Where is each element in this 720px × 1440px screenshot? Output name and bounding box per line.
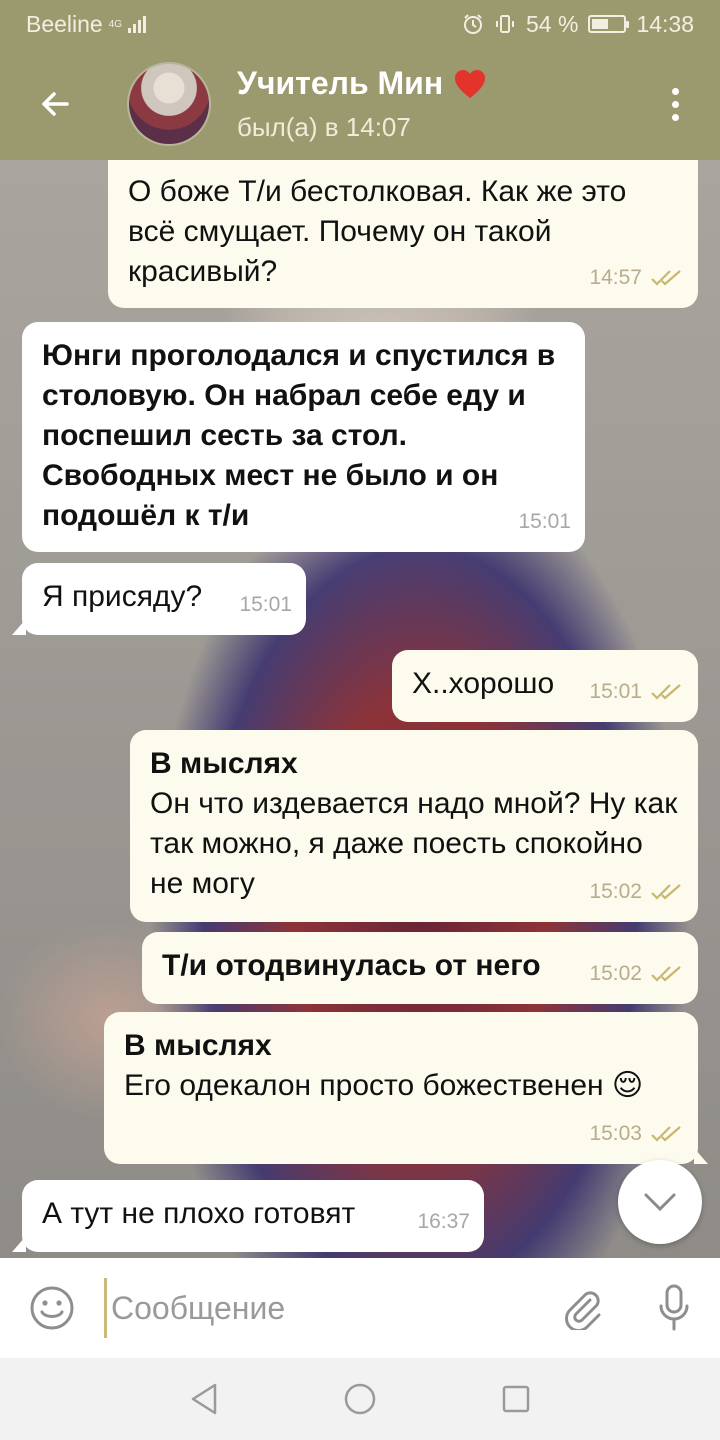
message-meta: 16:37 xyxy=(417,1202,470,1242)
message-time: 15:01 xyxy=(239,593,292,616)
message-meta: 15:02 xyxy=(589,872,684,912)
bubble-tail xyxy=(694,1148,708,1164)
chat-history[interactable]: О боже Т/и бестолковая. Как же это всё с… xyxy=(0,160,720,1258)
message-input[interactable] xyxy=(104,1278,536,1338)
message-meta: 15:03 xyxy=(589,1114,684,1154)
message-text: Его одекалон просто божественен 😌 xyxy=(124,1069,644,1102)
system-nav-bar xyxy=(0,1358,720,1440)
message-bubble[interactable]: А тут не плохо готовят 16:37 xyxy=(12,1180,484,1252)
triangle-back-icon xyxy=(191,1383,217,1415)
message-bubble[interactable]: Юнги проголодался и спустился в столовую… xyxy=(22,322,585,552)
message-title: В мыслях xyxy=(124,1029,272,1062)
message-bubble[interactable]: Х..хорошо 15:01 xyxy=(392,650,698,722)
carrier-name: Beeline xyxy=(26,10,103,37)
double-check-icon xyxy=(651,966,681,982)
chat-name: Учитель Мин xyxy=(237,65,487,102)
double-check-icon xyxy=(651,270,681,286)
clock: 14:38 xyxy=(636,10,694,37)
message-bubble[interactable]: Я присяду? 15:01 xyxy=(12,563,306,635)
signal-icon xyxy=(128,15,147,33)
emoji-button[interactable] xyxy=(0,1258,104,1358)
message-time: 15:02 xyxy=(589,962,642,985)
more-vertical-icon xyxy=(671,87,679,95)
chat-name-text: Учитель Мин xyxy=(237,65,444,101)
message-time: 14:57 xyxy=(589,266,642,289)
message-meta: 15:01 xyxy=(239,585,292,625)
message-meta: 15:02 xyxy=(589,954,684,994)
last-seen-status: был(а) в 14:07 xyxy=(237,112,411,142)
nav-home-button[interactable] xyxy=(330,1369,390,1429)
status-right: 54 % 14:38 xyxy=(462,11,694,38)
message-meta: 15:01 xyxy=(589,672,684,712)
message-text: Юнги проголодался и спустился в столовую… xyxy=(42,339,564,532)
bubble-tail xyxy=(12,1236,26,1252)
battery-percent: 54 % xyxy=(526,10,579,37)
microphone-button[interactable] xyxy=(628,1258,720,1358)
double-check-icon xyxy=(651,684,681,700)
message-time: 15:02 xyxy=(589,880,642,903)
message-bubble[interactable]: В мыслях Его одекалон просто божественен… xyxy=(104,1012,708,1164)
back-button[interactable] xyxy=(0,48,110,160)
more-dot xyxy=(671,100,679,108)
vibrate-icon xyxy=(496,15,514,33)
message-time: 15:03 xyxy=(589,1122,642,1145)
more-dot xyxy=(671,113,679,121)
message-title: В мыслях xyxy=(150,747,298,780)
microphone-icon xyxy=(659,1284,689,1331)
smiley-icon xyxy=(30,1286,74,1330)
message-bubble[interactable]: В мыслях Он что издевается надо мной? Ну… xyxy=(130,730,698,922)
nav-recents-button[interactable] xyxy=(486,1369,546,1429)
message-time: 16:37 xyxy=(417,1210,470,1233)
message-meta: 14:57 xyxy=(589,258,684,298)
more-menu-button[interactable] xyxy=(630,48,720,160)
bubble-tail xyxy=(12,619,26,635)
message-time: 15:01 xyxy=(518,510,571,533)
circle-home-icon xyxy=(344,1383,376,1415)
message-meta: 15:01 xyxy=(518,502,571,542)
status-left: Beeline 4G xyxy=(26,10,147,38)
attach-button[interactable] xyxy=(536,1258,628,1358)
alarm-icon xyxy=(464,14,482,34)
message-composer xyxy=(0,1258,720,1358)
avatar[interactable] xyxy=(127,62,211,146)
message-text: А тут не плохо готовят xyxy=(42,1197,356,1230)
network-type: 4G xyxy=(108,18,123,30)
square-recents-icon xyxy=(502,1385,530,1413)
battery-icon xyxy=(588,15,630,33)
paperclip-icon xyxy=(565,1291,601,1330)
nav-back-button[interactable] xyxy=(174,1369,234,1429)
message-bubble[interactable]: Т/и отодвинулась от него 15:02 xyxy=(142,932,698,1004)
heart-icon xyxy=(455,69,486,98)
message-bubble[interactable]: О боже Т/и бестолковая. Как же это всё с… xyxy=(108,160,698,308)
double-check-icon xyxy=(651,1126,681,1142)
chat-title-block[interactable]: Учитель Мин был(а) в 14:07 xyxy=(237,65,487,143)
scroll-down-button[interactable] xyxy=(618,1160,702,1244)
double-check-icon xyxy=(651,884,681,900)
chat-header: Учитель Мин был(а) в 14:07 xyxy=(0,48,720,160)
message-time: 15:01 xyxy=(589,680,642,703)
arrow-left-icon xyxy=(42,92,69,116)
chevron-down-icon xyxy=(644,1193,676,1212)
status-bar: Beeline 4G 54 % 14:38 xyxy=(0,0,720,48)
